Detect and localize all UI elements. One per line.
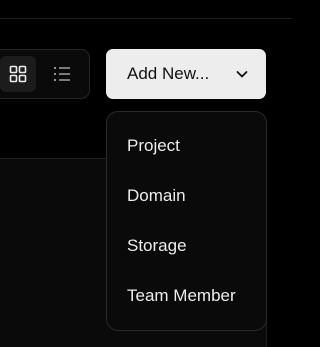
menu-item-domain[interactable]: Domain — [127, 186, 186, 206]
header-divider — [0, 18, 292, 19]
chevron-down-icon — [236, 71, 248, 78]
add-new-menu: Project Domain Storage Team Member — [106, 111, 267, 331]
grid-view-button[interactable] — [0, 56, 36, 92]
menu-item-project[interactable]: Project — [127, 136, 180, 156]
add-new-button[interactable]: Add New... — [106, 49, 266, 99]
app-root: Add New... Project Domain Storage Team M… — [0, 0, 292, 347]
list-icon — [53, 66, 70, 82]
menu-item-storage[interactable]: Storage — [127, 236, 187, 256]
menu-item-team-member[interactable]: Team Member — [127, 286, 236, 306]
add-new-label: Add New... — [127, 64, 210, 83]
view-toggle — [0, 49, 90, 99]
list-view-button[interactable] — [44, 56, 80, 92]
grid-icon — [9, 65, 27, 83]
